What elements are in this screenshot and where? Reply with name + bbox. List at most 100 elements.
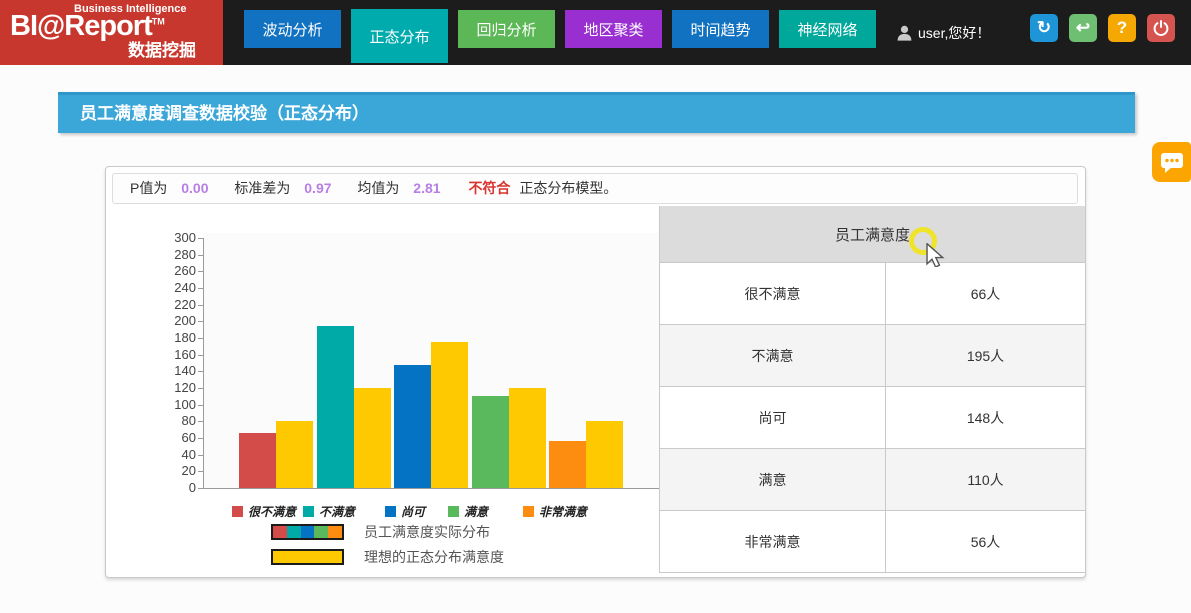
bar-chart: 0204060801001201401601802002202402602803…: [106, 167, 659, 577]
row-value: 66人: [886, 263, 1085, 324]
mouse-cursor-icon: [926, 243, 945, 267]
satisfaction-table: 员工满意度 很不满意66人不满意195人尚可148人满意110人非常满意56人: [659, 206, 1085, 573]
back-button[interactable]: ↩: [1069, 14, 1097, 42]
bar-ideal-非常满意: [586, 421, 623, 488]
y-tick-mark: [198, 338, 203, 339]
power-icon: [1152, 19, 1170, 37]
help-icon: ?: [1117, 18, 1127, 38]
table-rows: 很不满意66人不满意195人尚可148人满意110人非常满意56人: [660, 263, 1085, 573]
main-panel: P值为 0.00 标准差为 0.97 均值为 2.81 不符合 正态分布模型。 …: [105, 166, 1086, 578]
tab-4[interactable]: 时间趋势: [672, 10, 769, 48]
y-tick-mark: [198, 371, 203, 372]
legend-item-满意: 满意: [448, 503, 488, 520]
top-header: Business Intelligence BI@ReportTM 数据挖掘 波…: [0, 0, 1191, 65]
legend-swatch: [385, 506, 396, 517]
legend-label: 非常满意: [539, 503, 587, 520]
y-tick-mark: [198, 438, 203, 439]
chat-button[interactable]: [1152, 142, 1191, 182]
swatch-segment: [287, 526, 301, 538]
row-value: 148人: [886, 387, 1085, 448]
tab-0[interactable]: 波动分析: [244, 10, 341, 48]
y-tick-label: 140: [158, 364, 196, 378]
tab-1[interactable]: 正态分布: [351, 9, 448, 63]
legend-label: 不满意: [319, 503, 355, 520]
legend-swatch: [303, 506, 314, 517]
legend-ideal-label: 理想的正态分布满意度: [364, 547, 504, 567]
y-tick-label: 240: [158, 281, 196, 295]
legend-actual-swatch: [271, 524, 344, 540]
chat-bubble-icon: [1152, 142, 1191, 182]
y-tick-label: 260: [158, 264, 196, 278]
bar-actual-很不满意: [239, 433, 276, 488]
y-tick-label: 0: [158, 481, 196, 495]
y-tick-label: 40: [158, 448, 196, 462]
y-tick-mark: [198, 305, 203, 306]
y-tick-label: 180: [158, 331, 196, 345]
y-tick-label: 160: [158, 348, 196, 362]
table-row-很不满意: 很不满意66人: [660, 263, 1085, 325]
legend-item-不满意: 不满意: [303, 503, 355, 520]
page: Business Intelligence BI@ReportTM 数据挖掘 波…: [0, 0, 1191, 613]
legend-label: 尚可: [401, 503, 425, 520]
legend-item-尚可: 尚可: [385, 503, 425, 520]
y-tick-mark: [198, 455, 203, 456]
refresh-button[interactable]: ↻: [1030, 14, 1058, 42]
bar-actual-尚可: [394, 365, 431, 488]
row-label: 很不满意: [660, 263, 886, 324]
legend-swatch: [448, 506, 459, 517]
bar-actual-非常满意: [549, 441, 586, 488]
legend-swatch: [523, 506, 534, 517]
help-button[interactable]: ?: [1108, 14, 1136, 42]
y-tick-mark: [198, 488, 203, 489]
row-value: 110人: [886, 449, 1085, 510]
row-label: 尚可: [660, 387, 886, 448]
y-tick-mark: [198, 288, 203, 289]
action-buttons: ↻ ↩?: [1030, 14, 1175, 42]
table-header: 员工满意度: [660, 206, 1085, 263]
legend-ideal-swatch: [271, 549, 344, 565]
logo-tm: TM: [152, 16, 165, 26]
bar-ideal-尚可: [431, 342, 468, 488]
table-row-尚可: 尚可148人: [660, 387, 1085, 449]
y-tick-mark: [198, 355, 203, 356]
row-value: 56人: [886, 511, 1085, 572]
bar-ideal-不满意: [354, 388, 391, 488]
y-tick-label: 200: [158, 314, 196, 328]
y-axis: [203, 238, 204, 488]
row-label: 满意: [660, 449, 886, 510]
y-tick-mark: [198, 388, 203, 389]
swatch-segment: [314, 526, 328, 538]
legend-label: 满意: [464, 503, 488, 520]
tab-5[interactable]: 神经网络: [779, 10, 876, 48]
user-box: user,您好！: [897, 0, 990, 65]
y-tick-label: 80: [158, 414, 196, 428]
bar-actual-满意: [472, 396, 509, 488]
swatch-segment: [328, 526, 342, 538]
power-button[interactable]: [1147, 14, 1175, 42]
bar-ideal-很不满意: [276, 421, 313, 488]
user-greeting: user,您好！: [918, 23, 990, 43]
y-tick-label: 20: [158, 464, 196, 478]
refresh-icon: ↻: [1037, 18, 1051, 38]
bar-actual-不满意: [317, 326, 354, 489]
y-tick-mark: [198, 421, 203, 422]
y-tick-mark: [198, 271, 203, 272]
table-row-满意: 满意110人: [660, 449, 1085, 511]
row-label: 非常满意: [660, 511, 886, 572]
legend-item-非常满意: 非常满意: [523, 503, 587, 520]
app-logo: Business Intelligence BI@ReportTM 数据挖掘: [0, 0, 223, 65]
legend-ideal: 理想的正态分布满意度: [271, 549, 344, 565]
table-row-非常满意: 非常满意56人: [660, 511, 1085, 573]
y-tick-label: 100: [158, 398, 196, 412]
y-tick-mark: [198, 405, 203, 406]
y-tick-label: 120: [158, 381, 196, 395]
legend-actual-label: 员工满意度实际分布: [364, 522, 490, 542]
row-value: 195人: [886, 325, 1085, 386]
page-title: 员工满意度调查数据校验（正态分布）: [58, 92, 1135, 133]
y-tick-mark: [198, 471, 203, 472]
legend-label: 很不满意: [248, 503, 296, 520]
tab-2[interactable]: 回归分析: [458, 10, 555, 48]
legend-swatch: [232, 506, 243, 517]
tab-3[interactable]: 地区聚类: [565, 10, 662, 48]
nav-tabs: 波动分析正态分布回归分析地区聚类时间趋势神经网络: [244, 0, 876, 65]
